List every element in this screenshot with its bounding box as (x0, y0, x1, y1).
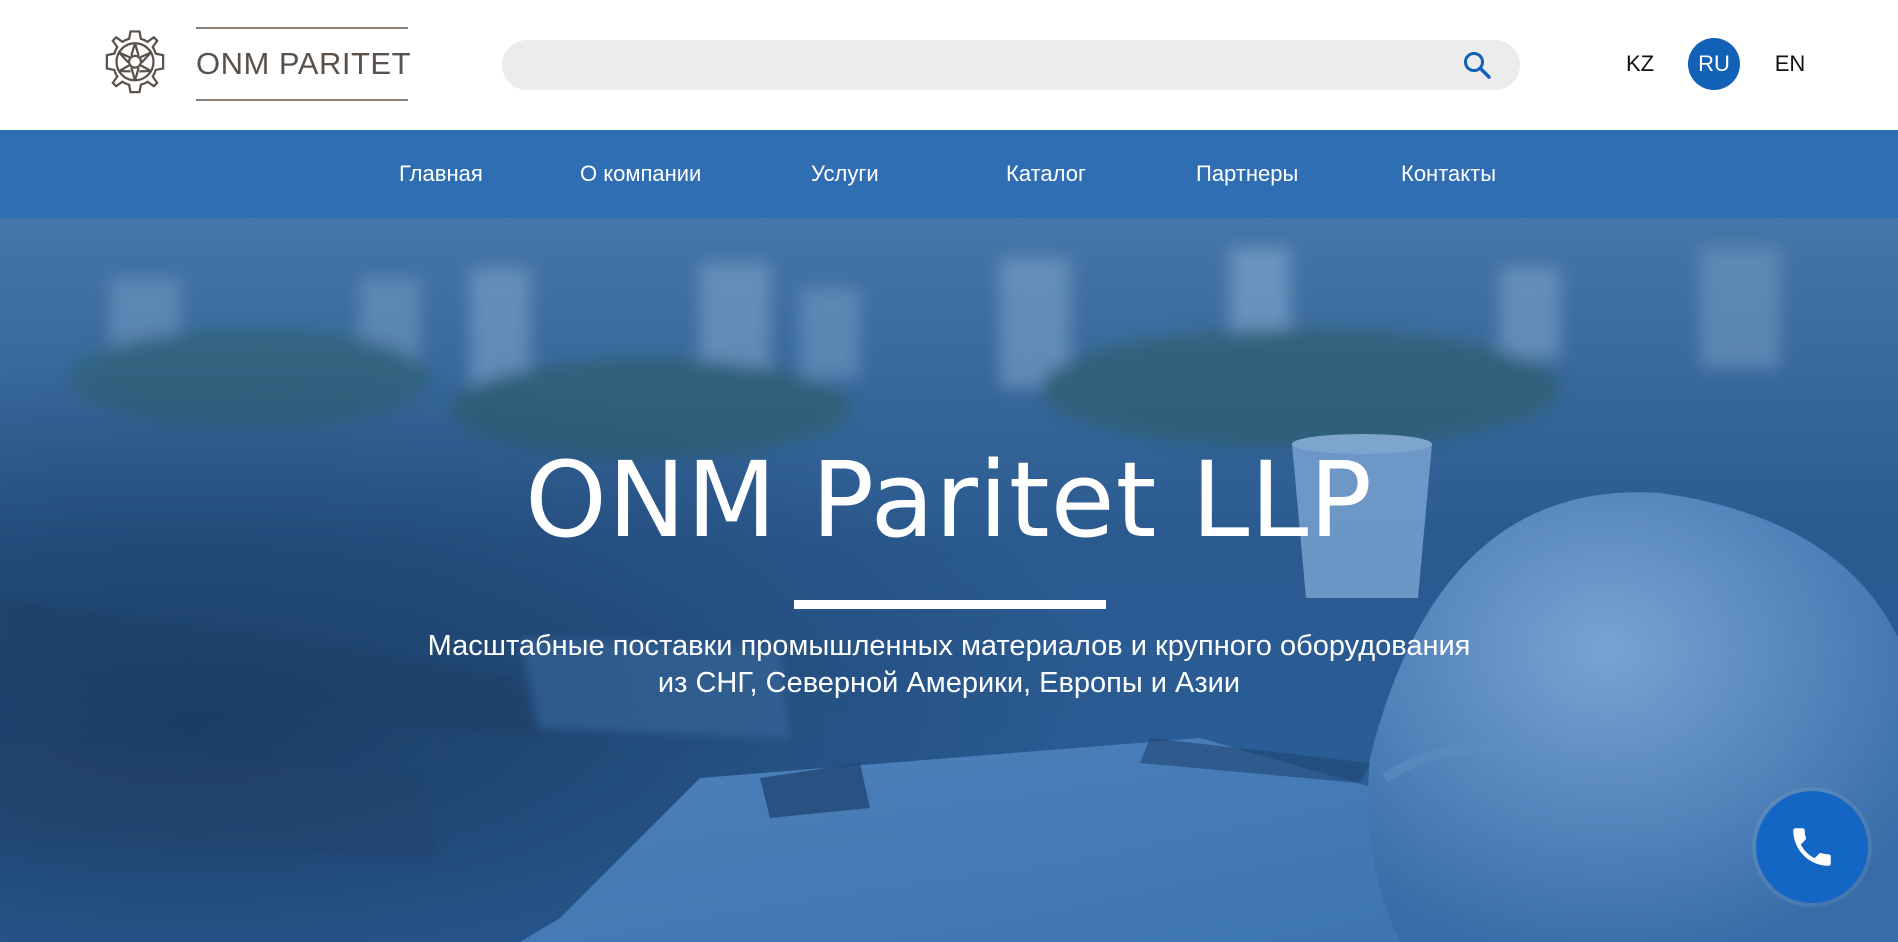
hero-subtitle-line-2: из СНГ, Северной Америки, Европы и Азии (657, 667, 1241, 699)
nav-item-home[interactable]: Главная (399, 130, 483, 218)
search-icon[interactable] (1462, 50, 1492, 80)
nav-item-contacts[interactable]: Контакты (1401, 130, 1496, 218)
gear-icon (105, 30, 165, 94)
hero-subtitle-line-1: Масштабные поставки промышленных материа… (427, 630, 1471, 662)
lang-ru[interactable]: RU (1688, 38, 1740, 90)
phone-icon (1793, 828, 1831, 866)
search-input[interactable] (502, 40, 1442, 90)
logo-wordmark: ONM PARITET (196, 27, 412, 101)
hero-subtitle: Масштабные поставки промышленных материа… (300, 628, 1598, 702)
nav-item-catalog[interactable]: Каталог (1006, 130, 1086, 218)
logo-link[interactable]: ONM PARITET (98, 26, 412, 102)
search-bar (502, 40, 1520, 90)
logo-text: ONM PARITET (196, 46, 412, 81)
main-nav: Главная О компании Услуги Каталог Партне… (0, 130, 1898, 218)
nav-item-services[interactable]: Услуги (811, 130, 879, 218)
hero-title: ONM Paritet LLP (524, 439, 1374, 561)
hero-divider (794, 600, 1106, 609)
hero-banner: ONM Paritet LLP Масштабные поставки пром… (0, 218, 1898, 942)
nav-item-partners[interactable]: Партнеры (1196, 130, 1298, 218)
call-button[interactable] (1756, 791, 1868, 903)
lang-kz[interactable]: KZ (1618, 38, 1662, 90)
nav-item-about[interactable]: О компании (580, 130, 701, 218)
hero-background-image (0, 218, 1898, 942)
lang-en[interactable]: EN (1768, 38, 1812, 90)
site-header: ONM PARITET KZ RU EN (0, 0, 1898, 130)
